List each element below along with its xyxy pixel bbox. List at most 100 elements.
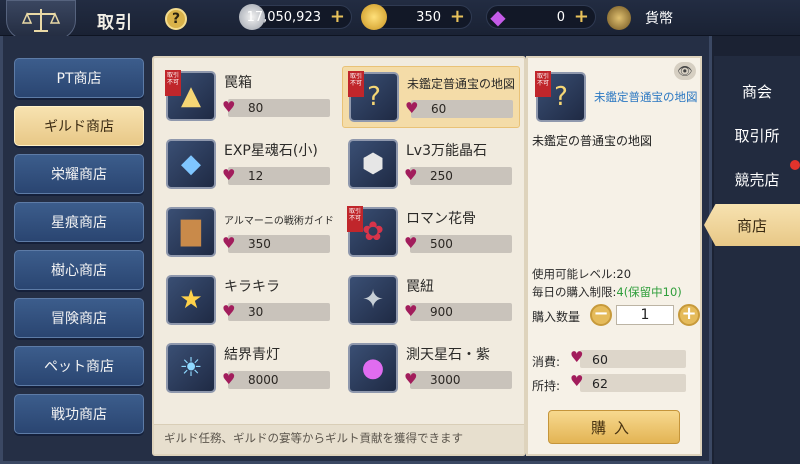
item-name: キラキラ xyxy=(224,279,280,295)
tab-trading-company[interactable]: 商会 xyxy=(714,70,800,112)
crystal-currency: ◆ 0 + xyxy=(486,5,596,29)
shop-item[interactable]: 取引不可 ▲ 罠箱 ♥ 80 xyxy=(160,66,338,128)
item-price-value: 500 xyxy=(430,237,453,251)
guild-point-icon: ♥ xyxy=(404,302,418,320)
cost-value: 60 xyxy=(592,352,608,367)
nav-adventure-shop[interactable]: 冒険商店 xyxy=(14,298,144,338)
shop-item[interactable]: ⬢ Lv3万能晶石 ♥ 250 xyxy=(342,134,520,196)
item-price: ♥ 350 xyxy=(222,234,330,253)
item-name: アルマーニの戦術ガイド xyxy=(224,216,334,227)
help-button[interactable]: ? xyxy=(165,8,187,30)
untradeable-ribbon: 取引不可 xyxy=(165,70,181,96)
shop-nav: PT商店 ギルド商店 栄耀商店 星痕商店 樹心商店 冒険商店 ペット商店 戦功商… xyxy=(14,58,144,442)
item-price: ♥ 80 xyxy=(222,98,330,117)
guild-point-icon: ♥ xyxy=(222,98,236,116)
quantity-minus-button[interactable]: − xyxy=(590,304,612,326)
item-price: ♥ 30 xyxy=(222,302,330,321)
gold-currency: 350 + xyxy=(361,4,472,30)
currency-swirl-icon[interactable] xyxy=(607,6,631,30)
crystal-amount: 0 xyxy=(556,10,565,25)
item-name: EXP星魂石(小) xyxy=(224,143,318,159)
nav-pet-shop[interactable]: ペット商店 xyxy=(14,346,144,386)
detail-item-name: 未鑑定普通宝の地図 xyxy=(594,90,698,104)
page-title: 取引 xyxy=(97,13,133,33)
cost-box: ♥ 60 xyxy=(570,348,686,368)
untradeable-ribbon: 取引不可 xyxy=(348,71,364,97)
untradeable-ribbon: 取引不可 xyxy=(535,71,551,97)
silver-amount: 17,050,923 xyxy=(246,10,321,25)
item-price: ♥ 8000 xyxy=(222,370,330,389)
quantity-label: 購入数量 xyxy=(532,310,581,324)
item-price: ♥ 500 xyxy=(404,234,512,253)
notification-dot xyxy=(790,160,800,170)
item-name: 測天星石・紫 xyxy=(406,347,490,363)
tab-auction-house[interactable]: 競売店 xyxy=(714,158,800,200)
tab-shop[interactable]: 商店 xyxy=(704,204,800,246)
shop-item-selected[interactable]: 取引不可 ? 未鑑定普通宝の地図 ♥ 60 xyxy=(342,66,520,128)
gold-amount: 350 xyxy=(416,10,441,25)
guild-point-icon: ♥ xyxy=(222,234,236,252)
top-bar: 取引 ? 17,050,923 + 350 + ◆ 0 + 貨幣 xyxy=(0,0,800,40)
item-name: Lv3万能晶石 xyxy=(406,143,487,159)
star-icon: ★ xyxy=(166,275,216,325)
nav-tree-heart-shop[interactable]: 樹心商店 xyxy=(14,250,144,290)
add-crystal-button[interactable]: + xyxy=(574,8,589,26)
item-price-value: 900 xyxy=(430,305,453,319)
nav-glory-shop[interactable]: 栄耀商店 xyxy=(14,154,144,194)
currency-button[interactable]: 貨幣 xyxy=(645,8,673,28)
quantity-input[interactable] xyxy=(616,305,674,325)
scales-icon xyxy=(6,0,76,40)
daily-limit: 毎日の購入制限:4(保留中10) xyxy=(532,284,682,300)
purple-orb-icon: ● xyxy=(348,343,398,393)
guild-point-icon: ♥ xyxy=(404,370,418,388)
item-price-value: 250 xyxy=(430,169,453,183)
eye-icon[interactable]: 👁 xyxy=(674,62,696,80)
buy-button[interactable]: 購入 xyxy=(548,410,680,444)
item-price-value: 30 xyxy=(248,305,264,319)
item-name: ロマン花骨 xyxy=(406,211,476,227)
nav-war-merit-shop[interactable]: 戦功商店 xyxy=(14,394,144,434)
item-price-value: 350 xyxy=(248,237,271,251)
add-silver-button[interactable]: + xyxy=(330,8,345,26)
item-price-value: 60 xyxy=(431,102,447,116)
item-price: ♥ 900 xyxy=(404,302,512,321)
owned-label: 所持: xyxy=(532,379,561,393)
blue-crystal-icon: ◆ xyxy=(166,139,216,189)
guild-point-icon: ♥ xyxy=(570,348,584,366)
cost-label: 消費: xyxy=(532,355,561,369)
nav-guild-shop[interactable]: ギルド商店 xyxy=(14,106,144,146)
add-gold-button[interactable]: + xyxy=(450,8,465,26)
shop-item[interactable]: ◆ EXP星魂石(小) ♥ 12 xyxy=(160,134,338,196)
shop-item[interactable]: ☀ 結界青灯 ♥ 8000 xyxy=(160,338,338,400)
rope-icon: ✦ xyxy=(348,275,398,325)
book-icon: ▇ xyxy=(166,207,216,257)
footer-note: ギルド任務、ギルドの宴等からギルト貢献を獲得できます xyxy=(164,431,463,445)
guild-point-icon: ♥ xyxy=(222,370,236,388)
untradeable-ribbon: 取引不可 xyxy=(347,206,363,232)
nav-pt-shop[interactable]: PT商店 xyxy=(14,58,144,98)
guild-point-icon: ♥ xyxy=(570,372,584,390)
shop-item[interactable]: ★ キラキラ ♥ 30 xyxy=(160,270,338,332)
daily-limit-label: 毎日の購入制限: xyxy=(532,285,617,299)
item-grid-panel[interactable]: 取引不可 ▲ 罠箱 ♥ 80 取引不可 ? 未鑑定普通宝の地図 ♥ 60 ◆ EXP… xyxy=(152,56,526,456)
cost-row: 消費: ♥ 60 xyxy=(532,348,698,370)
shop-item[interactable]: 取引不可 ✿ ロマン花骨 ♥ 500 xyxy=(342,202,520,264)
item-price-value: 80 xyxy=(248,101,264,115)
purple-crystal-icon: ◆ xyxy=(490,5,506,29)
guild-point-icon: ♥ xyxy=(222,302,236,320)
nav-star-mark-shop[interactable]: 星痕商店 xyxy=(14,202,144,242)
white-crystal-icon: ⬢ xyxy=(348,139,398,189)
item-price-value: 3000 xyxy=(430,373,461,387)
tab-exchange[interactable]: 取引所 xyxy=(714,114,800,156)
owned-row: 所持: ♥ 62 xyxy=(532,372,698,394)
shop-item[interactable]: ▇ アルマーニの戦術ガイド ♥ 350 xyxy=(160,202,338,264)
item-name: 罠紐 xyxy=(406,279,434,295)
item-price-value: 8000 xyxy=(248,373,279,387)
item-price: ♥ 3000 xyxy=(404,370,512,389)
shop-item[interactable]: ● 測天星石・紫 ♥ 3000 xyxy=(342,338,520,400)
shop-item[interactable]: ✦ 罠紐 ♥ 900 xyxy=(342,270,520,332)
guild-point-icon: ♥ xyxy=(404,234,418,252)
quantity-plus-button[interactable]: + xyxy=(678,304,700,326)
usable-level: 使用可能レベル:20 xyxy=(532,267,632,281)
detail-description: 未鑑定の普通宝の地図 xyxy=(532,134,653,148)
